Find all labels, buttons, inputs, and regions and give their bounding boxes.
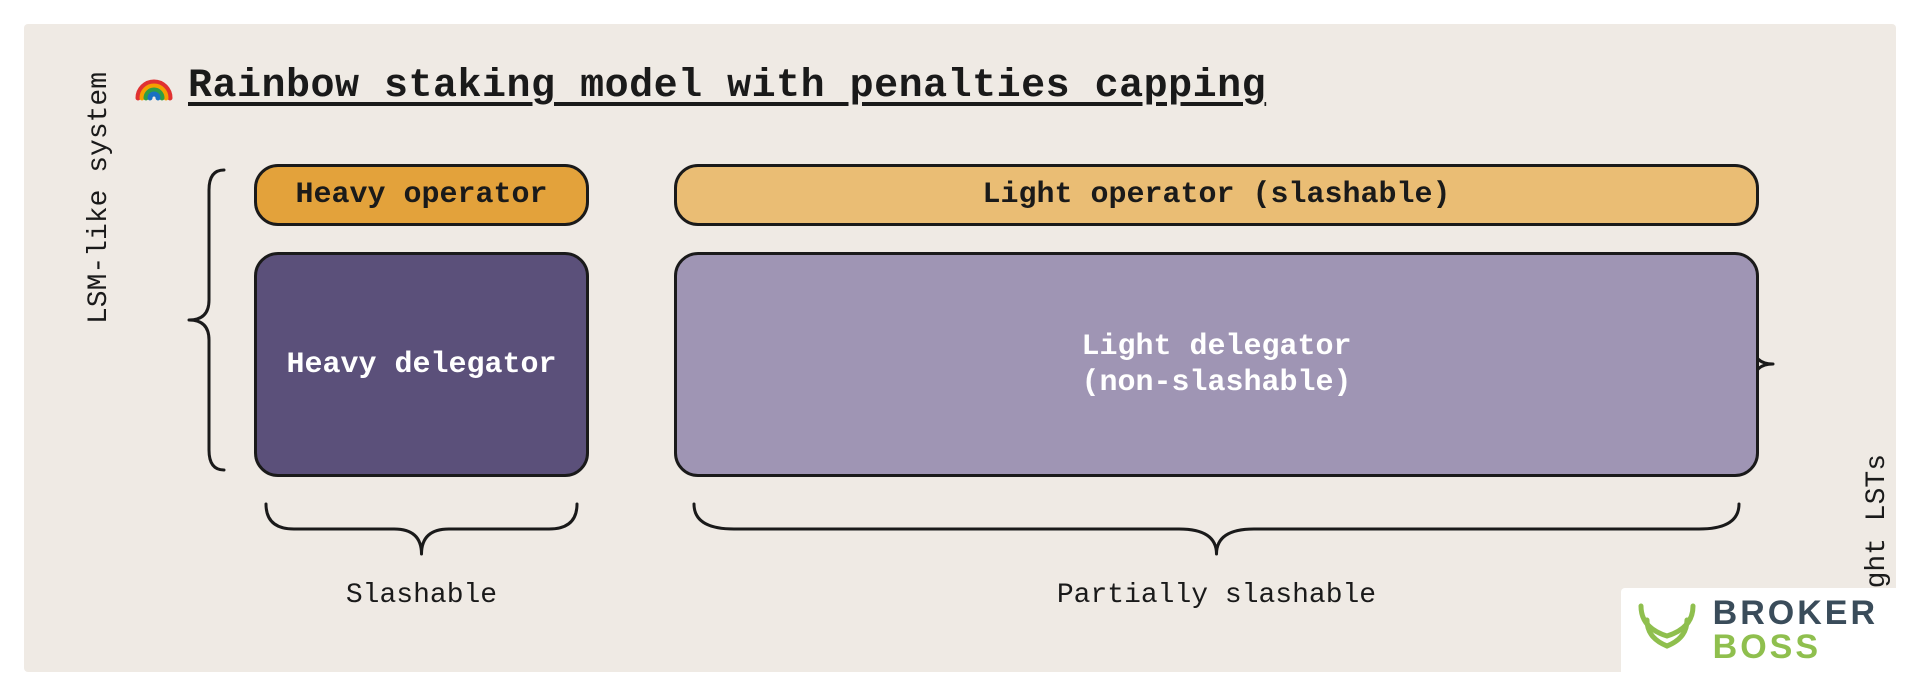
left-axis-label: LSM-like system	[84, 72, 115, 324]
brace-bottom-right	[674, 484, 1759, 574]
heavy-operator-label: Heavy operator	[295, 177, 547, 213]
brace-bottom-left	[254, 484, 589, 574]
title-row: Rainbow staking model with penalties cap…	[134, 64, 1266, 109]
light-delegator-block: Light delegator (non-slashable)	[674, 252, 1759, 477]
diagram-canvas: Rainbow staking model with penalties cap…	[0, 0, 1920, 696]
diagram-panel: Rainbow staking model with penalties cap…	[24, 24, 1896, 672]
bottom-label-left: Slashable	[254, 580, 589, 611]
heavy-delegator-block: Heavy delegator	[254, 252, 589, 477]
bull-horns-icon	[1635, 600, 1699, 661]
bottom-label-right: Partially slashable	[674, 580, 1759, 611]
watermark-line2: BOSS	[1713, 630, 1878, 664]
diagram-title: Rainbow staking model with penalties cap…	[188, 64, 1266, 109]
heavy-delegator-label: Heavy delegator	[286, 347, 556, 383]
light-delegator-label-line1: Light delegator	[1081, 329, 1351, 365]
watermark: BROKER BOSS	[1621, 588, 1896, 672]
light-delegator-label-line2: (non-slashable)	[1081, 365, 1351, 401]
watermark-line1: BROKER	[1713, 596, 1878, 630]
light-operator-label: Light operator (slashable)	[982, 177, 1450, 213]
brace-left	[174, 160, 234, 480]
heavy-operator-block: Heavy operator	[254, 164, 589, 226]
light-operator-block: Light operator (slashable)	[674, 164, 1759, 226]
rainbow-icon	[134, 64, 174, 109]
